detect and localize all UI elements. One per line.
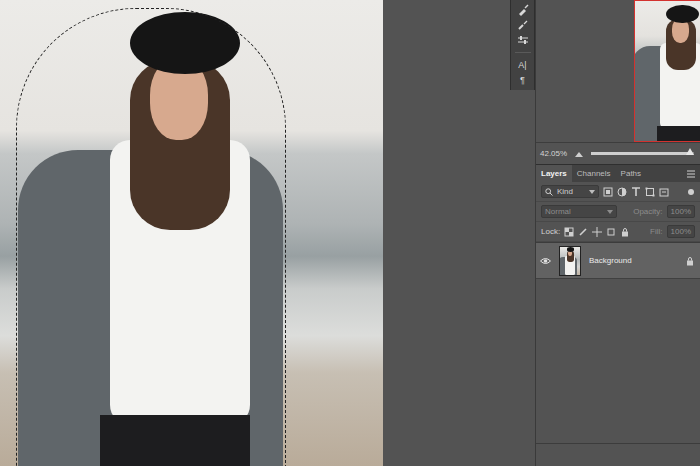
eye-icon[interactable] <box>540 257 551 265</box>
panel-tabs: LayersChannelsPaths <box>536 164 700 182</box>
filter-row: Kind <box>536 182 700 202</box>
opacity-control[interactable]: Opacity: 100% <box>633 205 695 219</box>
zoom-row: 42.05% <box>536 142 700 164</box>
opacity-value[interactable]: 100% <box>667 205 695 219</box>
lock-icon <box>686 256 694 266</box>
fill-value[interactable]: 100% <box>667 225 695 239</box>
beret-shape <box>130 12 240 74</box>
lock-paint-icon[interactable] <box>578 227 588 237</box>
workspace: A|¶ <box>383 0 535 466</box>
zoom-out-icon[interactable] <box>575 151 583 157</box>
lock-all-icon[interactable] <box>620 227 630 237</box>
tab-bar-spacer <box>646 165 686 182</box>
fill-control[interactable]: Fill: 100% <box>650 225 695 239</box>
beret-shape <box>666 5 699 24</box>
blend-row: Normal Opacity: 100% <box>536 202 700 222</box>
selection-outline <box>16 8 286 466</box>
layer-name[interactable]: Background <box>589 256 678 266</box>
blend-mode-value: Normal <box>545 207 571 217</box>
zoom-value[interactable]: 42.05% <box>540 149 567 159</box>
opacity-label: Opacity: <box>633 207 662 217</box>
shape-filter-icon[interactable] <box>645 187 655 197</box>
side-panel: 42.05% LayersChannelsPaths Kind Normal Opaci… <box>535 0 700 466</box>
adjustment-filter-icon[interactable] <box>617 187 627 197</box>
lock-artboard-icon[interactable] <box>606 227 616 237</box>
lock-label: Lock: <box>541 227 560 237</box>
brush-icon[interactable] <box>511 2 535 17</box>
filter-toggle-icon[interactable] <box>687 187 695 197</box>
photo-canvas[interactable] <box>0 0 383 466</box>
type-filter-icon[interactable] <box>631 187 641 197</box>
zoom-slider-handle[interactable] <box>686 148 694 155</box>
tool-panel: A|¶ <box>510 0 535 90</box>
preview-image <box>634 1 700 142</box>
trousers-shape <box>100 415 250 466</box>
lock-row: Lock: Fill: 100% <box>536 222 700 242</box>
tool-separator <box>515 52 531 53</box>
search-icon <box>545 188 553 196</box>
navigator-preview[interactable] <box>634 0 700 142</box>
trousers-shape <box>565 275 575 276</box>
thumbnail-image <box>559 247 581 276</box>
fill-label: Fill: <box>650 227 662 237</box>
navigator-panel <box>536 0 700 142</box>
brush-settings-icon[interactable] <box>511 17 535 32</box>
paragraph-panel-button[interactable]: ¶ <box>511 73 535 88</box>
panel-tab[interactable]: Paths <box>616 165 646 182</box>
pixel-filter-icon[interactable] <box>603 187 613 197</box>
layers-footer <box>536 444 700 466</box>
layer-thumbnail <box>559 246 581 276</box>
smart-object-filter-icon[interactable] <box>659 187 669 197</box>
beret-shape <box>567 247 574 251</box>
lock-pixels-icon[interactable] <box>564 227 574 237</box>
dropdown-arrow-icon <box>589 189 595 195</box>
lock-position-icon[interactable] <box>592 227 602 237</box>
dropdown-arrow-icon <box>607 209 613 215</box>
trousers-shape <box>657 126 700 143</box>
filter-kind-dropdown[interactable]: Kind <box>541 185 599 199</box>
sliders-icon[interactable] <box>511 32 535 47</box>
layer-row[interactable]: Background <box>536 243 700 279</box>
blend-mode-dropdown[interactable]: Normal <box>541 205 617 219</box>
filter-kind-label: Kind <box>557 187 573 197</box>
zoom-slider-fill <box>591 152 690 155</box>
zoom-slider[interactable] <box>591 152 694 155</box>
panel-tab[interactable]: Layers <box>536 165 572 182</box>
panel-menu-icon[interactable] <box>686 165 696 182</box>
character-panel-button[interactable]: A| <box>511 58 535 73</box>
layer-list: Background <box>536 242 700 444</box>
panel-tab[interactable]: Channels <box>572 165 616 182</box>
